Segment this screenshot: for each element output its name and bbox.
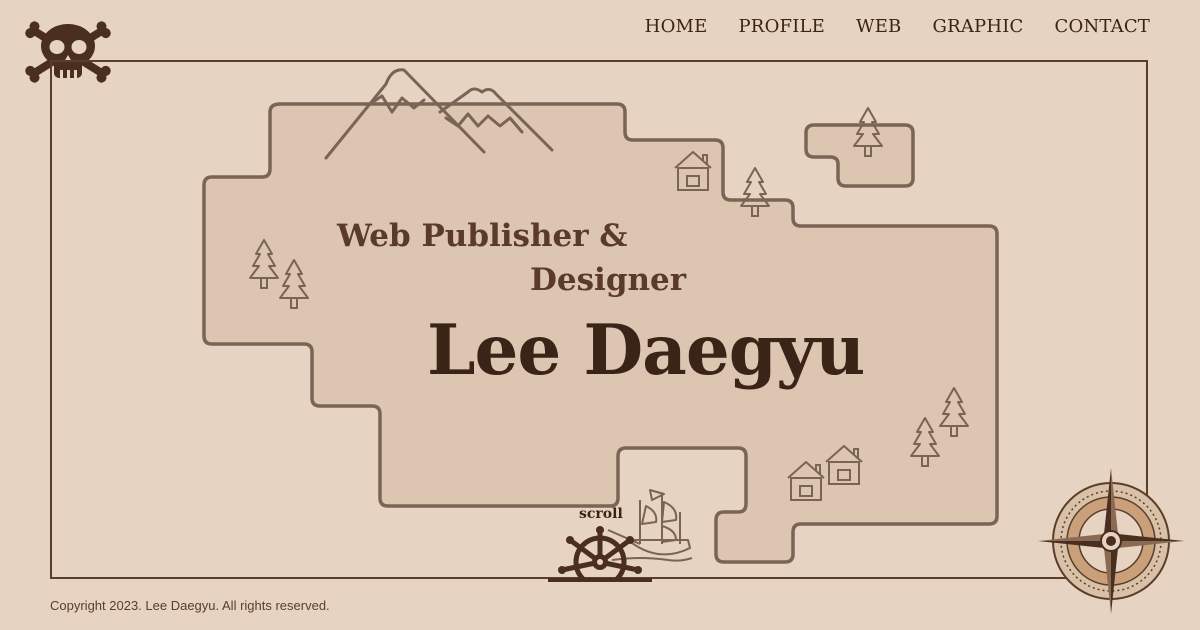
footer-copyright: Copyright 2023. Lee Daegyu. All rights r… xyxy=(50,598,330,613)
hero-subtitle: Web Publisher & Designer xyxy=(337,214,686,302)
hero-name: Lee Daegyu xyxy=(427,310,865,391)
scroll-label[interactable]: scroll xyxy=(579,506,623,522)
subtitle-line-2: Designer xyxy=(530,262,687,298)
subtitle-line-1: Web Publisher & xyxy=(337,218,628,254)
ship-wheel-icon[interactable] xyxy=(548,526,652,582)
compass-rose-icon xyxy=(1038,468,1184,614)
